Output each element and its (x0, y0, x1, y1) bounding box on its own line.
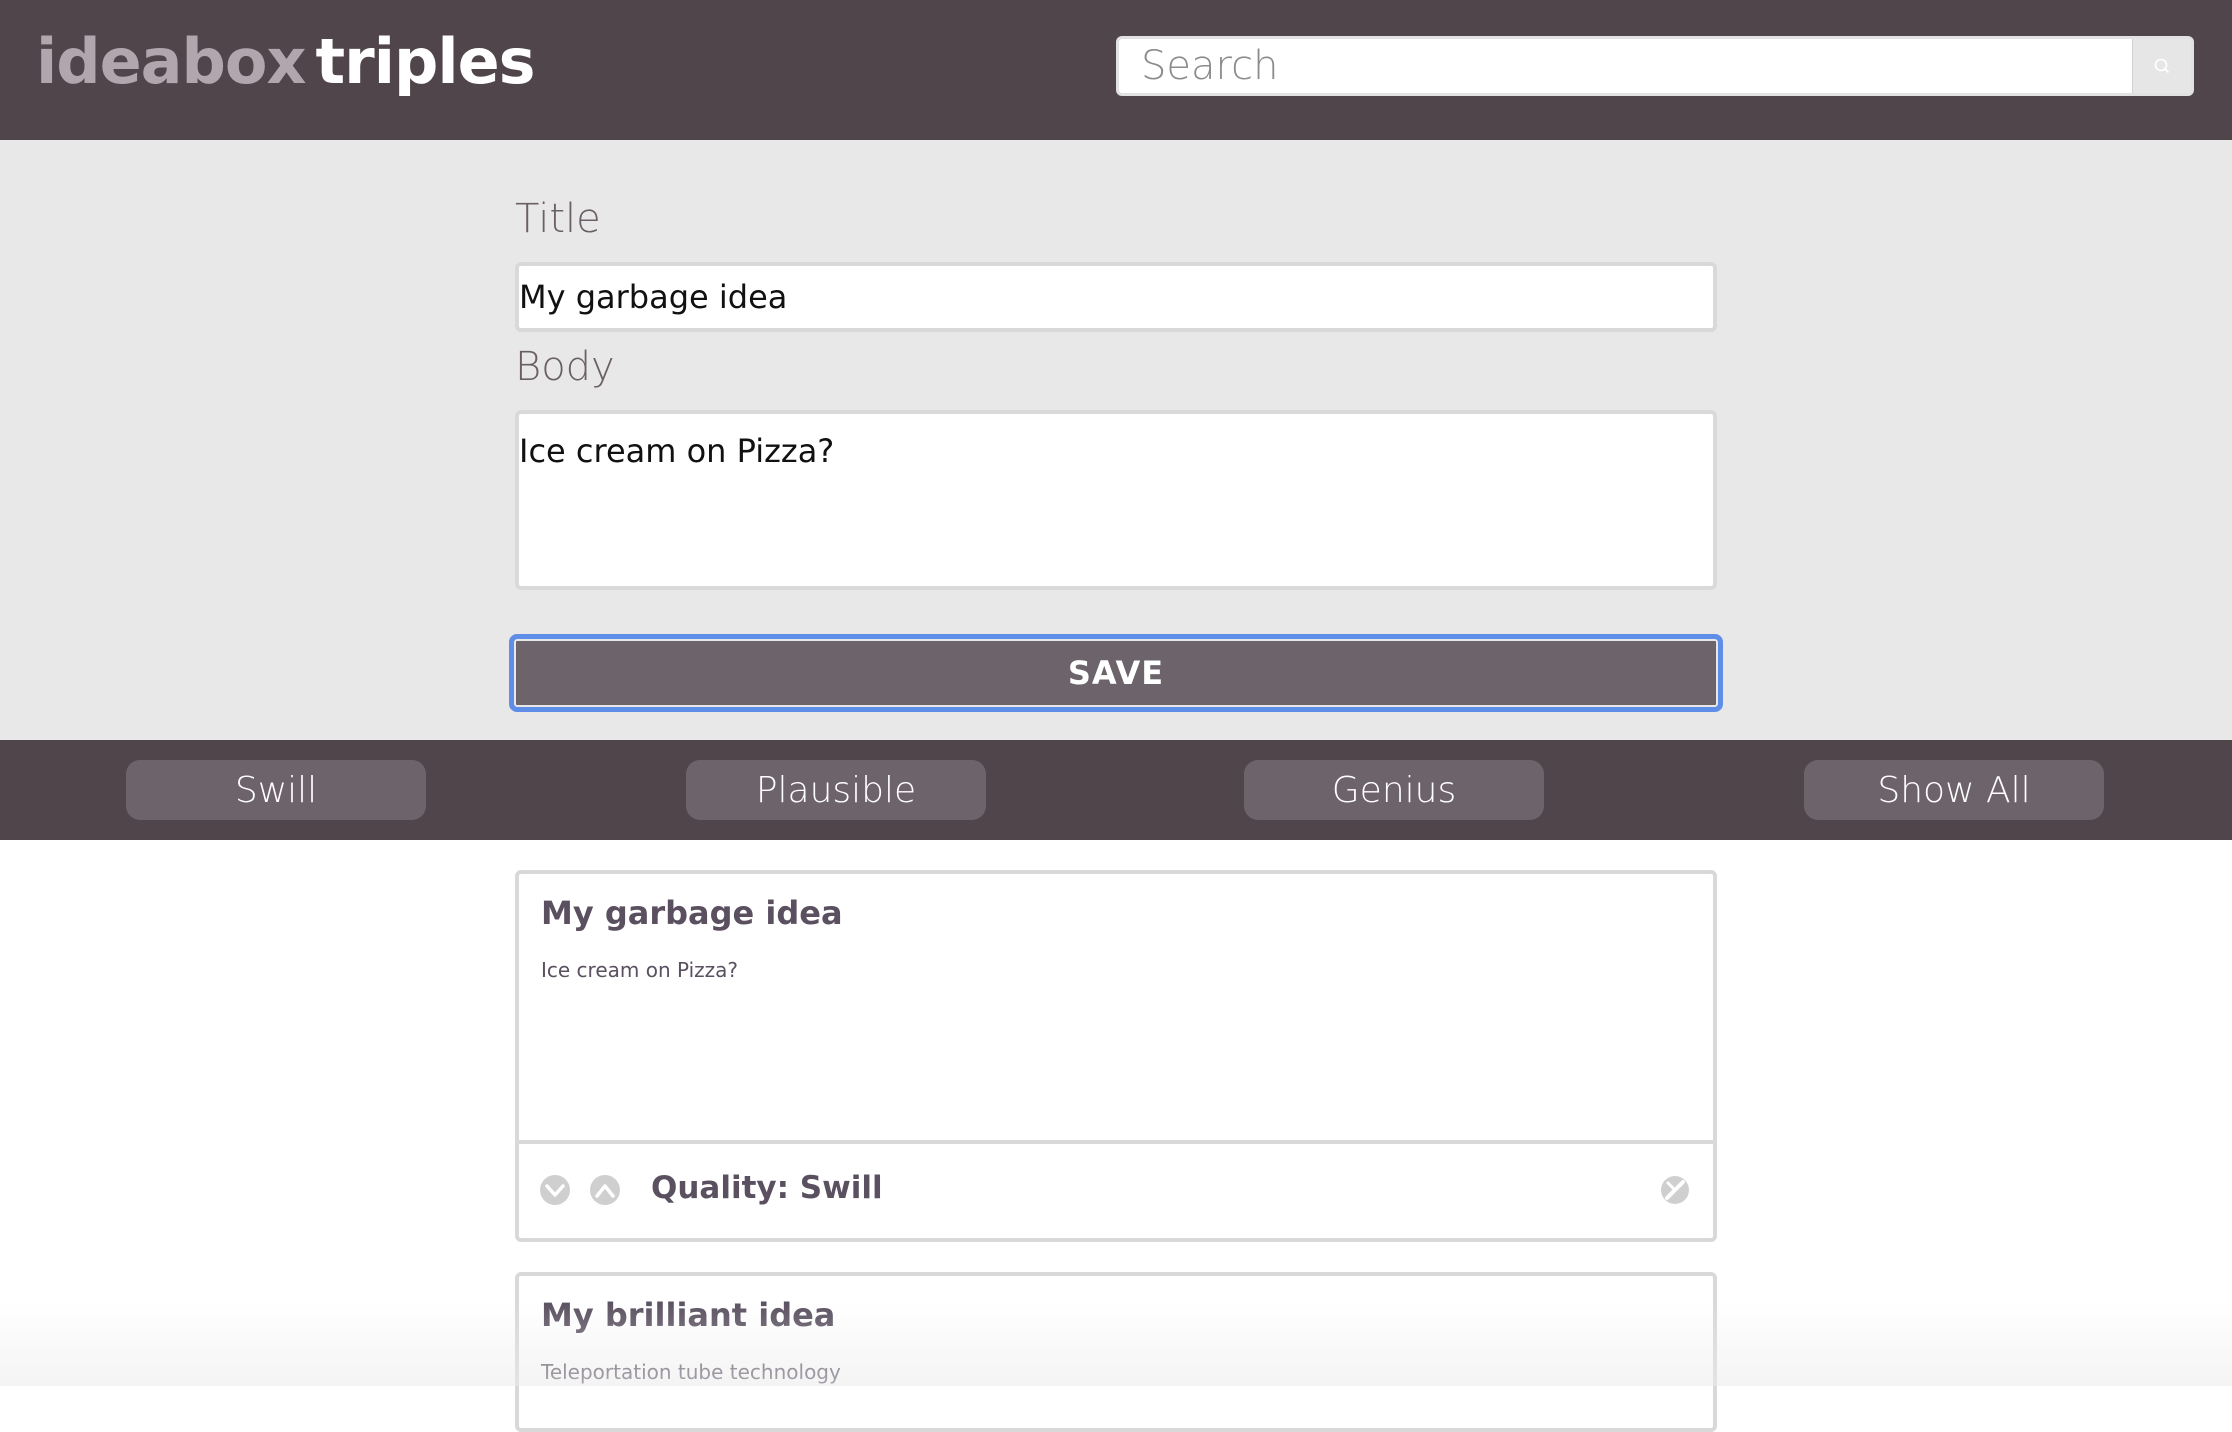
search-input[interactable] (1119, 39, 2135, 93)
idea-title[interactable]: My brilliant idea (541, 1296, 835, 1334)
delete-icon[interactable] (1659, 1174, 1691, 1206)
idea-body[interactable]: Ice cream on Pizza? (541, 958, 738, 982)
filter-genius-button[interactable]: Genius (1244, 760, 1544, 820)
quality-filter-bar: Swill Plausible Genius Show All (0, 740, 2232, 840)
idea-title[interactable]: My garbage idea (541, 894, 843, 932)
downvote-icon[interactable] (539, 1174, 571, 1206)
body-input[interactable]: Ice cream on Pizza? (515, 410, 1717, 590)
filter-swill-button[interactable]: Swill (126, 760, 426, 820)
idea-body[interactable]: Teleportation tube technology (541, 1360, 841, 1384)
show-all-button[interactable]: Show All (1804, 760, 2104, 820)
search-bar (1116, 36, 2194, 96)
upvote-icon[interactable] (589, 1174, 621, 1206)
search-icon (2154, 58, 2170, 74)
idea-card: My brilliant idea Teleportation tube tec… (515, 1272, 1717, 1432)
app-header: ideabox triples (0, 0, 2232, 140)
logo-text-light: ideabox (36, 25, 306, 98)
save-button[interactable]: SAVE (509, 634, 1723, 712)
idea-card: My garbage idea Ice cream on Pizza? Qual… (515, 870, 1717, 1242)
idea-form: Title Body Ice cream on Pizza? SAVE (0, 140, 2232, 740)
title-input[interactable] (515, 262, 1717, 332)
logo-text-strong: triples (315, 25, 536, 98)
filter-plausible-button[interactable]: Plausible (686, 760, 986, 820)
title-label: Title (515, 196, 601, 242)
idea-card-footer: Quality: Swill (519, 1140, 1713, 1238)
search-button[interactable] (2132, 39, 2191, 93)
body-label: Body (515, 344, 615, 390)
app-logo: ideabox triples (36, 22, 536, 102)
idea-quality: Quality: Swill (651, 1170, 883, 1206)
